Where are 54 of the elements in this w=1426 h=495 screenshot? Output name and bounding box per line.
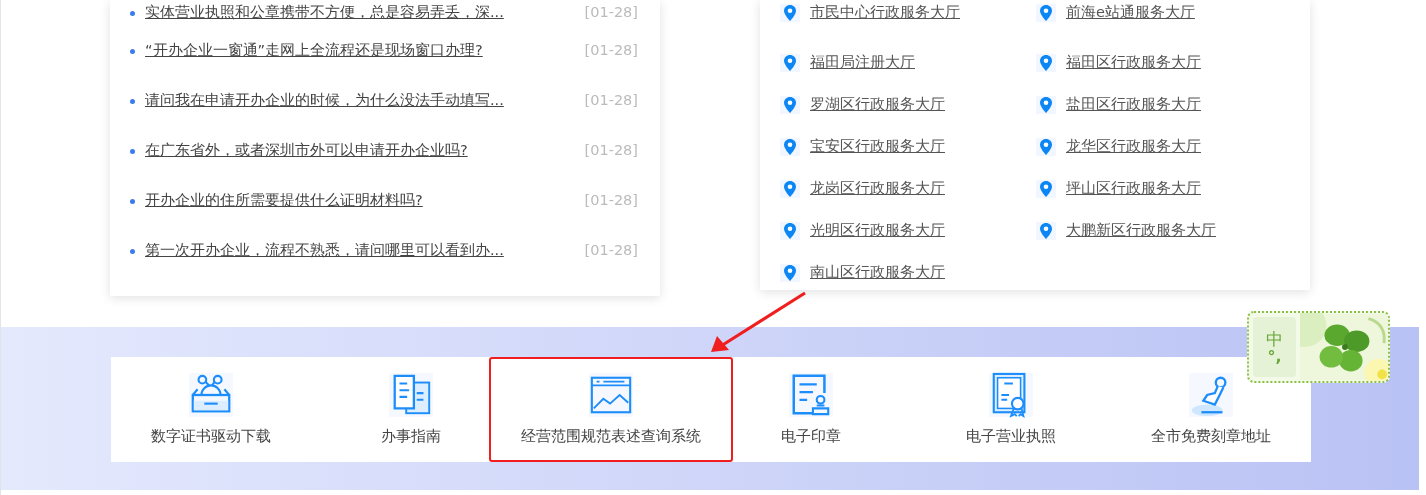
location-pin-icon — [780, 54, 800, 72]
punctuation-label: °, — [1267, 349, 1282, 366]
service-hall-link[interactable]: 大鹏新区行政服务大厅 — [1066, 220, 1216, 242]
service-hall-link[interactable]: 福田局注册大厅 — [810, 52, 915, 74]
input-mode-label: 中 — [1266, 328, 1283, 350]
service-hall-link[interactable]: 福田区行政服务大厅 — [1066, 52, 1201, 74]
service-hall-link[interactable]: 盐田区行政服务大厅 — [1066, 94, 1201, 116]
location-pin-icon — [780, 180, 800, 198]
location-pin-icon — [1036, 4, 1056, 22]
question-link[interactable]: 请问我在申请开办企业的时候，为什么没法手动填写... — [145, 90, 585, 112]
location-pin-icon — [780, 222, 800, 240]
date-label: [01-28] — [584, 241, 638, 261]
question-link[interactable]: 在广东省外，或者深圳市外可以申请开办企业吗? — [145, 140, 585, 162]
service-hall-link[interactable]: 罗湖区行政服务大厅 — [810, 94, 945, 116]
date-label: [01-28] — [584, 141, 638, 161]
service-hall-link[interactable]: 宝安区行政服务大厅 — [810, 136, 945, 158]
service-hall-link[interactable]: 光明区行政服务大厅 — [810, 220, 945, 242]
chart-window-icon — [588, 371, 634, 418]
shortcut-item[interactable]: 数字证书驱动下载 — [111, 357, 311, 462]
location-pin-icon — [1036, 96, 1056, 114]
bullet-icon — [130, 10, 135, 16]
stamp-icon — [1188, 371, 1234, 418]
bullet-icon — [130, 248, 135, 254]
service-hall-link[interactable]: 市民中心行政服务大厅 — [810, 2, 960, 24]
service-hall-link[interactable]: 坪山区行政服务大厅 — [1066, 178, 1201, 200]
service-hall-link[interactable]: 前海e站通服务大厅 — [1066, 2, 1195, 24]
service-hall-link[interactable]: 南山区行政服务大厅 — [810, 262, 945, 284]
bullet-icon — [130, 48, 135, 54]
question-link[interactable]: 实体营业执照和公章携带不方便，总是容易弄丢，深... — [145, 2, 585, 24]
service-hall-link[interactable]: 龙华区行政服务大厅 — [1066, 136, 1201, 158]
location-pin-icon — [780, 4, 800, 22]
location-pin-icon — [1036, 180, 1056, 198]
shortcut-item[interactable]: 电子营业执照 — [911, 357, 1111, 462]
date-label: [01-28] — [584, 41, 638, 61]
bullet-icon — [130, 148, 135, 154]
location-pin-icon — [780, 264, 800, 282]
date-label: [01-28] — [584, 191, 638, 211]
location-pin-icon — [780, 138, 800, 156]
date-label: [01-28] — [584, 91, 638, 111]
seal-document-icon — [788, 371, 834, 418]
document-icon — [388, 371, 434, 418]
question-link[interactable]: 第一次开办企业，流程不熟悉，请问哪里可以看到办... — [145, 240, 585, 262]
bullet-icon — [130, 198, 135, 204]
date-label: [01-28] — [584, 3, 638, 23]
location-pin-icon — [1036, 222, 1056, 240]
location-pin-icon — [780, 96, 800, 114]
question-link[interactable]: 开办企业的住所需要提供什么证明材料吗? — [145, 190, 585, 212]
certificate-icon — [988, 371, 1034, 418]
service-hall-link[interactable]: 龙岗区行政服务大厅 — [810, 178, 945, 200]
location-pin-icon — [1036, 54, 1056, 72]
usb-key-icon — [188, 371, 234, 418]
question-link[interactable]: “开办企业一窗通”走网上全流程还是现场窗口办理? — [145, 40, 585, 62]
bullet-icon — [130, 98, 135, 104]
location-pin-icon — [1036, 138, 1056, 156]
